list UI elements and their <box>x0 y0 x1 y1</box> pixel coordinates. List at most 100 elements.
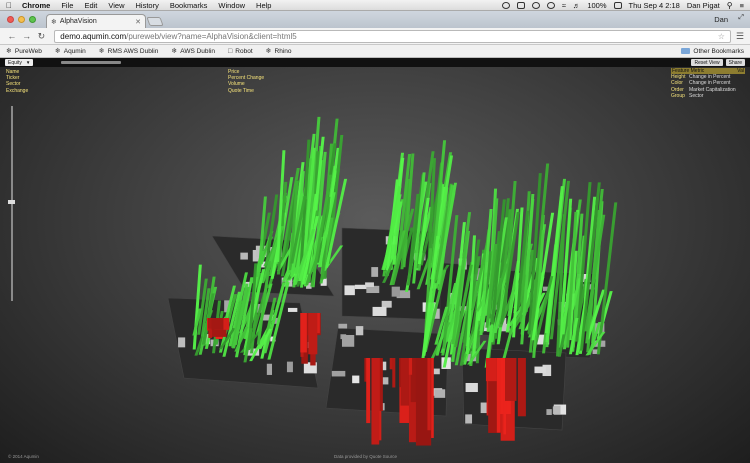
legend-row-group[interactable]: Group Sector <box>671 93 745 99</box>
down-bar <box>505 358 517 401</box>
down-bar <box>308 313 318 355</box>
tab-alphavision[interactable]: ❄ AlphaVision ✕ <box>46 14 146 28</box>
folder-icon <box>681 48 691 54</box>
snowflake-icon: ❄ <box>54 48 61 55</box>
copyright-text: © 2014 Aqumin <box>8 454 39 459</box>
stock-block <box>266 363 273 375</box>
user-name[interactable]: Dan Pigat <box>687 1 720 10</box>
asset-class-select[interactable]: Equity ▼ <box>5 59 34 66</box>
menu-bookmarks[interactable]: Bookmarks <box>170 1 208 10</box>
menu-chrome[interactable]: Chrome <box>22 1 50 10</box>
3d-market-scene[interactable] <box>0 58 750 463</box>
bookmark-robot[interactable]: □ Robot <box>228 48 253 55</box>
info-label-exchange: Exchange <box>6 87 29 94</box>
bluetooth-icon[interactable] <box>546 1 555 9</box>
down-bar <box>408 358 413 375</box>
stock-block <box>286 361 293 373</box>
address-bar[interactable]: demo.aqumin.com /pureweb/view?name=Alpha… <box>54 29 731 43</box>
bookmark-star-icon[interactable]: ☆ <box>718 32 725 41</box>
zoom-window-button[interactable] <box>29 16 36 23</box>
stock-block <box>465 414 473 424</box>
bookmark-aws-dublin[interactable]: ❄ AWS Dublin <box>171 47 215 56</box>
snowflake-icon: ❄ <box>171 48 178 55</box>
spotlight-icon[interactable]: ⚲ <box>727 1 733 10</box>
down-bar <box>366 358 371 424</box>
stock-block <box>344 285 355 296</box>
reload-icon[interactable]: ↻ <box>36 31 48 42</box>
chrome-menu-icon[interactable]: ☰ <box>736 31 744 42</box>
legend-header-val: Val <box>737 68 744 74</box>
menu-window[interactable]: Window <box>218 1 245 10</box>
stock-block <box>240 252 248 260</box>
reset-view-button[interactable]: Reset View <box>691 59 723 66</box>
back-arrow-icon[interactable]: ← <box>6 31 18 41</box>
down-bar <box>300 313 307 353</box>
snowflake-icon: ❄ <box>51 18 57 26</box>
notification-icon[interactable]: ≡ <box>740 1 744 10</box>
feature-legend: Feature Metric Val Height Change in Perce… <box>671 68 745 99</box>
clock[interactable]: Thu Sep 4 2:18 <box>629 1 680 10</box>
app-toolbar: Equity ▼ Reset View Share <box>0 58 750 67</box>
window-controls <box>7 16 36 23</box>
shield-icon[interactable] <box>501 1 510 9</box>
stock-block <box>371 267 379 277</box>
mac-menu-bar:  Chrome File Edit View History Bookmark… <box>0 0 750 11</box>
new-tab-button[interactable] <box>146 17 164 26</box>
stock-block <box>352 375 360 384</box>
minimize-window-button[interactable] <box>18 16 25 23</box>
down-bar <box>389 358 393 370</box>
bookmark-aqumin[interactable]: ❄ Aqumin <box>54 47 86 56</box>
wifi-icon[interactable]: ≈ <box>562 1 566 10</box>
alphavision-viewport[interactable]: Equity ▼ Reset View Share Name Ticker Se… <box>0 58 750 463</box>
bookmark-label: Robot <box>235 47 253 55</box>
zoom-slider-thumb[interactable] <box>8 199 15 204</box>
bookmark-rhino[interactable]: ❄ Rhino <box>265 47 292 56</box>
share-button[interactable]: Share <box>725 59 745 66</box>
snowflake-icon: ❄ <box>98 48 105 55</box>
stock-block <box>465 382 478 393</box>
stock-block <box>365 282 374 287</box>
stock-block <box>287 307 298 312</box>
time-machine-icon[interactable] <box>531 1 540 9</box>
stock-block <box>391 286 400 297</box>
menu-history[interactable]: History <box>136 1 159 10</box>
fullscreen-icon[interactable]: ⤢ <box>738 14 744 22</box>
profile-button[interactable]: Dan <box>714 15 728 24</box>
stock-block <box>534 366 546 374</box>
screen-icon[interactable] <box>516 1 525 9</box>
info-panel-left: Name Ticker Sector Exchange <box>6 69 28 94</box>
other-bookmarks-label: Other Bookmarks <box>693 47 744 55</box>
apple-icon[interactable]:  <box>6 1 12 10</box>
battery-icon[interactable] <box>613 1 622 9</box>
snowflake-icon: ❄ <box>6 48 12 55</box>
close-window-button[interactable] <box>7 16 14 23</box>
menu-view[interactable]: View <box>108 1 124 10</box>
battery-percent[interactable]: 100% <box>587 1 606 10</box>
snowflake-icon: ❄ <box>265 48 272 55</box>
url-path: /pureweb/view?name=AlphaVision&client=ht… <box>126 31 297 41</box>
menu-edit[interactable]: Edit <box>84 1 97 10</box>
browser-toolbar: ← → ↻ demo.aqumin.com /pureweb/view?name… <box>0 28 750 45</box>
other-bookmarks[interactable]: Other Bookmarks <box>681 48 744 55</box>
forward-arrow-icon[interactable]: → <box>21 31 33 41</box>
asset-class-value: Equity <box>8 59 22 66</box>
legend-value: Sector <box>689 92 704 99</box>
bookmark-label: PureWeb <box>14 47 42 55</box>
down-bar <box>517 358 526 417</box>
menu-file[interactable]: File <box>61 1 73 10</box>
menu-help[interactable]: Help <box>256 1 271 10</box>
stock-block <box>355 326 364 336</box>
bookmarks-bar: ❄ PureWeb ❄ Aqumin ❄ RMS AWS Dublin ❄ AWS Du… <box>0 45 750 58</box>
bookmark-rms-aws-dublin[interactable]: ❄ RMS AWS Dublin <box>98 47 159 56</box>
stock-block <box>178 337 186 348</box>
bookmark-label: Rhino <box>274 47 292 55</box>
tab-title: AlphaVision <box>59 18 97 25</box>
volume-icon[interactable]: ♬ <box>573 1 581 10</box>
bookmark-pureweb[interactable]: ❄ PureWeb <box>6 47 42 56</box>
close-tab-icon[interactable]: ✕ <box>135 18 141 26</box>
stock-block <box>433 368 440 375</box>
info-label-quote-time: Quote Time <box>228 87 254 94</box>
down-bar <box>371 358 380 445</box>
bookmark-label: RMS AWS Dublin <box>107 47 159 55</box>
tab-strip: ❄ AlphaVision ✕ Dan ⤢ <box>0 11 750 28</box>
